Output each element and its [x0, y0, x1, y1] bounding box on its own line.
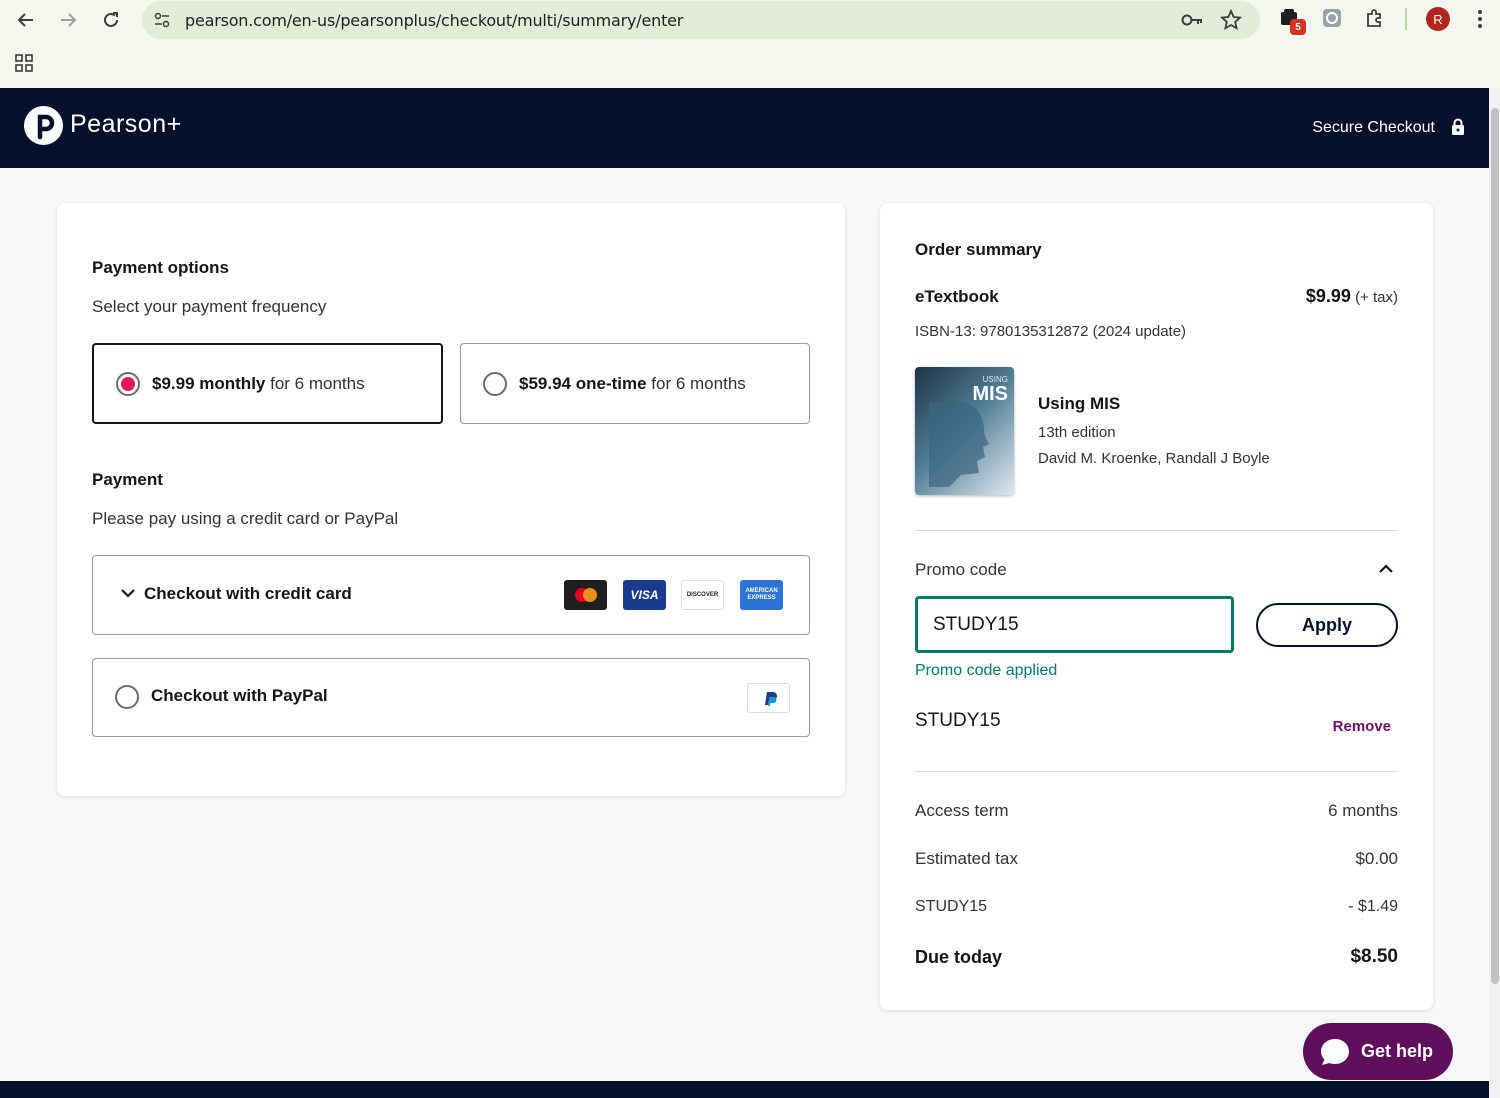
- totals-divider: [915, 771, 1398, 772]
- payment-options-heading: Payment options: [92, 258, 229, 277]
- payment-options-subtitle: Select your payment frequency: [92, 297, 327, 316]
- promo-code-input[interactable]: STUDY15: [915, 596, 1234, 653]
- discount-label: STUDY15: [915, 898, 988, 915]
- one-time-option[interactable]: $59.94 one-time for 6 months: [460, 343, 810, 424]
- discount-value: - $1.49: [1348, 898, 1398, 915]
- applied-promo-code: STUDY15: [915, 710, 1001, 731]
- promo-code-label: Promo code: [915, 560, 1007, 579]
- toolbar-divider: [1405, 8, 1407, 30]
- logo-text[interactable]: Pearson+: [70, 110, 182, 139]
- browser-chrome: pearson.com/en-us/pearsonplus/checkout/m…: [0, 0, 1500, 88]
- chevron-up-icon[interactable]: [1378, 562, 1394, 580]
- book-cover-image: USING MIS: [915, 367, 1014, 495]
- amex-icon: AMERICAN EXPRESS: [740, 580, 783, 610]
- chevron-down-icon[interactable]: [120, 586, 136, 604]
- credit-card-label: Checkout with credit card: [144, 584, 352, 603]
- paypal-radio[interactable]: [115, 685, 139, 709]
- kebab-menu-icon[interactable]: [1472, 9, 1488, 29]
- one-time-price: $59.94 one-time: [519, 373, 647, 393]
- arrow-left-icon: [17, 13, 33, 27]
- chat-bubble-icon: [1319, 1037, 1351, 1067]
- password-key-icon[interactable]: [1180, 10, 1204, 30]
- mastercard-icon: [564, 580, 607, 610]
- extensions-puzzle-icon[interactable]: [1364, 7, 1386, 29]
- one-time-radio[interactable]: [483, 371, 507, 396]
- site-header: Pearson+ Secure Checkout: [0, 88, 1489, 168]
- monthly-term: for 6 months: [265, 373, 365, 393]
- price-tax-note: (+ tax): [1355, 289, 1398, 306]
- remove-promo-link[interactable]: Remove: [1333, 718, 1391, 735]
- address-bar[interactable]: pearson.com/en-us/pearsonplus/checkout/m…: [142, 1, 1260, 39]
- lock-icon: [1451, 118, 1465, 141]
- apps-grid-icon[interactable]: [15, 54, 33, 72]
- monthly-price: $9.99 monthly: [152, 373, 266, 393]
- access-term-label: Access term: [915, 801, 1009, 820]
- book-edition: 13th edition: [1038, 424, 1116, 441]
- secure-checkout-label: Secure Checkout: [1312, 119, 1435, 136]
- paypal-label: Checkout with PayPal: [151, 686, 328, 705]
- summary-divider: [915, 530, 1398, 531]
- pearson-logo-icon[interactable]: [24, 106, 63, 145]
- get-help-button[interactable]: Get help: [1303, 1023, 1453, 1080]
- access-term-value: 6 months: [1328, 801, 1398, 820]
- product-type: eTextbook: [915, 287, 999, 306]
- monthly-radio[interactable]: [116, 371, 140, 396]
- product-price: $9.99: [1305, 286, 1351, 306]
- estimated-tax-value: $0.00: [1355, 849, 1398, 868]
- paypal-option[interactable]: Checkout with PayPal: [92, 658, 810, 737]
- grammarly-extension-icon[interactable]: [1322, 8, 1342, 28]
- book-title: Using MIS: [1038, 394, 1121, 413]
- book-authors: David M. Kroenke, Randall J Boyle: [1038, 450, 1270, 467]
- extension-badge: 5: [1290, 19, 1306, 35]
- discover-icon: DISCOVER: [681, 580, 724, 610]
- bookmark-star-icon[interactable]: [1220, 9, 1242, 31]
- url-text: pearson.com/en-us/pearsonplus/checkout/m…: [185, 11, 684, 30]
- paypal-icon: [747, 683, 790, 713]
- payment-subtitle: Please pay using a credit card or PayPal: [92, 509, 399, 528]
- profile-avatar[interactable]: R: [1426, 7, 1450, 31]
- scrollbar-thumb[interactable]: [1491, 108, 1499, 984]
- visa-icon: VISA: [623, 580, 666, 610]
- site-info-icon[interactable]: [152, 10, 172, 30]
- forward-button[interactable]: [54, 6, 82, 34]
- due-today-value: $8.50: [1350, 946, 1398, 967]
- arrow-right-icon: [61, 13, 77, 27]
- due-today-label: Due today: [915, 947, 1003, 967]
- footer-bar: [0, 1081, 1489, 1098]
- estimated-tax-label: Estimated tax: [915, 849, 1018, 868]
- reload-icon: [104, 12, 118, 27]
- reload-button[interactable]: [97, 6, 125, 34]
- payment-heading: Payment: [92, 470, 163, 489]
- monthly-option[interactable]: $9.99 monthly for 6 months: [92, 343, 443, 424]
- get-help-label: Get help: [1361, 1041, 1434, 1061]
- credit-card-option[interactable]: Checkout with credit card VISA DISCOVER …: [92, 555, 810, 635]
- back-button[interactable]: [12, 6, 40, 34]
- promo-status: Promo code applied: [915, 662, 1058, 679]
- one-time-term: for 6 months: [646, 373, 746, 393]
- promo-input-value: STUDY15: [933, 613, 1019, 635]
- isbn-text: ISBN-13: 9780135312872 (2024 update): [915, 323, 1187, 340]
- order-summary-heading: Order summary: [915, 240, 1042, 259]
- apply-promo-button[interactable]: Apply: [1256, 603, 1398, 647]
